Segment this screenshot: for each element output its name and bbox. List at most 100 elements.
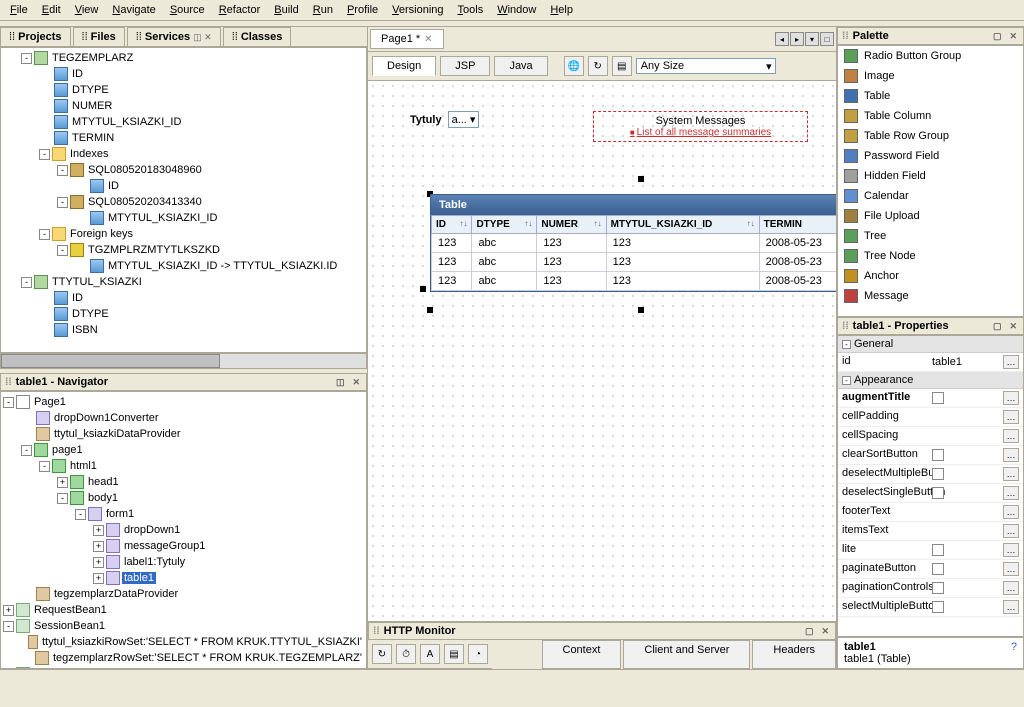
minimize-icon[interactable]: ▢ — [991, 31, 1004, 42]
palette-item-hidden-field[interactable]: Hidden Field — [838, 166, 1023, 186]
dropdown1[interactable]: a...▾ — [448, 111, 480, 128]
subtab-java[interactable]: Java — [494, 56, 547, 76]
browser-preview-icon[interactable]: 🌐 — [564, 56, 584, 76]
column-header[interactable]: ID↑↓ — [432, 216, 472, 234]
expand-icon[interactable]: + — [57, 477, 68, 488]
menu-versioning[interactable]: Versioning — [386, 2, 449, 18]
projects-tree[interactable]: -TEGZEMPLARZIDDTYPENUMERMTYTUL_KSIAZKI_I… — [0, 47, 367, 353]
palette-item-table[interactable]: Table — [838, 86, 1023, 106]
menu-profile[interactable]: Profile — [341, 2, 384, 18]
prev-icon[interactable]: ◂ — [775, 32, 789, 46]
tree-node[interactable]: DTYPE — [3, 82, 364, 98]
table1-component[interactable]: Table ID↑↓DTYPE↑↓NUMER↑↓MTYTUL_KSIAZKI_I… — [430, 194, 836, 292]
scrollbar-h[interactable] — [0, 353, 367, 369]
tree-node[interactable]: ttytul_ksiazkiDataProvider — [3, 426, 364, 442]
checkbox[interactable] — [932, 449, 944, 461]
tree-node[interactable]: tegzemplarzDataProvider — [3, 586, 364, 602]
collapse-icon[interactable]: - — [57, 197, 68, 208]
ellipsis-button[interactable]: … — [1003, 581, 1019, 595]
tree-node[interactable]: -html1 — [3, 458, 364, 474]
tab-classes[interactable]: ⁞⁞Classes — [223, 27, 292, 46]
ellipsis-button[interactable]: … — [1003, 448, 1019, 462]
menu-view[interactable]: View — [69, 2, 105, 18]
collapse-icon[interactable]: - — [21, 277, 32, 288]
close-icon[interactable]: ✕ — [1007, 31, 1019, 42]
palette-item-calendar[interactable]: Calendar — [838, 186, 1023, 206]
next-icon[interactable]: ▸ — [790, 32, 804, 46]
expand-icon[interactable]: + — [3, 605, 14, 616]
design-canvas[interactable]: Tytuly a...▾ System Messages ■List of al… — [368, 81, 836, 621]
close-icon[interactable]: ✕ — [424, 34, 432, 45]
palette-item-tree[interactable]: Tree — [838, 226, 1023, 246]
refresh-icon[interactable]: ↻ — [588, 56, 608, 76]
subtab-jsp[interactable]: JSP — [440, 56, 490, 76]
tree-node[interactable]: DTYPE — [3, 306, 364, 322]
palette-item-message[interactable]: Message — [838, 286, 1023, 306]
sort-icon[interactable]: ↑↓ — [594, 219, 602, 228]
clock-icon[interactable]: ◔ — [468, 644, 488, 664]
tab-services[interactable]: ⁞⁞Services ◫ ✕ — [127, 27, 221, 46]
prop-row[interactable]: deselectMultipleButt… — [838, 465, 1023, 484]
tree-node[interactable]: MTYTUL_KSIAZKI_ID — [3, 210, 364, 226]
tree-node[interactable]: -SessionBean1 — [3, 618, 364, 634]
filter-icon[interactable]: ◫ — [334, 377, 347, 388]
palette-item-table-row-group[interactable]: Table Row Group — [838, 126, 1023, 146]
size-selector[interactable]: Any Size — [636, 58, 776, 74]
checkbox[interactable] — [932, 563, 944, 575]
tree-node[interactable]: -form1 — [3, 506, 364, 522]
tree-node[interactable]: ID — [3, 66, 364, 82]
navigator-tree[interactable]: -Page1dropDown1Converterttytul_ksiazkiDa… — [0, 391, 367, 669]
prop-row[interactable]: augmentTitle… — [838, 389, 1023, 408]
checkbox[interactable] — [932, 601, 944, 613]
palette-item-file-upload[interactable]: File Upload — [838, 206, 1023, 226]
tree-node[interactable]: -TTYTUL_KSIAZKI — [3, 274, 364, 290]
prop-row[interactable]: deselectSingleButton… — [838, 484, 1023, 503]
prop-value[interactable]: … — [928, 522, 1023, 540]
collapse-icon[interactable]: - — [21, 445, 32, 456]
tree-node[interactable]: NUMER — [3, 98, 364, 114]
prop-row[interactable]: selectMultipleButton… — [838, 598, 1023, 617]
collapse-icon[interactable]: - — [57, 245, 68, 256]
sort-icon[interactable]: ↑↓ — [524, 219, 532, 228]
collapse-icon[interactable]: - — [3, 397, 14, 408]
ellipsis-button[interactable]: … — [1003, 467, 1019, 481]
ellipsis-button[interactable]: … — [1003, 391, 1019, 405]
menu-help[interactable]: Help — [544, 2, 579, 18]
sort-icon[interactable]: ↑↓ — [747, 219, 755, 228]
collapse-icon[interactable]: - — [75, 509, 86, 520]
http-tab-context[interactable]: Context — [542, 640, 622, 669]
prop-row[interactable]: cellPadding… — [838, 408, 1023, 427]
expand-icon[interactable]: + — [93, 525, 104, 536]
tree-node[interactable]: +ApplicationBean1 — [3, 666, 364, 669]
prop-value[interactable]: table1… — [928, 353, 1023, 371]
checkbox[interactable] — [932, 544, 944, 556]
time-sort-icon[interactable]: ⏱ — [396, 644, 416, 664]
tree-node[interactable]: +dropDown1 — [3, 522, 364, 538]
minimize-icon[interactable]: ▢ — [991, 321, 1004, 332]
checkbox[interactable] — [932, 582, 944, 594]
collapse-icon[interactable]: - — [57, 493, 68, 504]
prop-value[interactable]: … — [928, 408, 1023, 426]
options-icon[interactable]: ▤ — [612, 56, 632, 76]
menu-navigate[interactable]: Navigate — [106, 2, 161, 18]
subtab-design[interactable]: Design — [372, 56, 436, 76]
sysmsg-link[interactable]: ■List of all message summaries — [600, 127, 801, 138]
collapse-icon[interactable]: - — [3, 621, 14, 632]
alpha-sort-icon[interactable]: A — [420, 644, 440, 664]
collapse-icon[interactable]: - — [39, 149, 50, 160]
checkbox[interactable] — [932, 392, 944, 404]
prop-value[interactable]: … — [928, 503, 1023, 521]
expand-icon[interactable]: + — [93, 573, 104, 584]
tree-node[interactable]: dropDown1Converter — [3, 410, 364, 426]
help-icon[interactable]: ? — [1011, 641, 1017, 653]
system-messages[interactable]: System Messages ■List of all message sum… — [593, 111, 808, 142]
tree-node[interactable]: -TGZMPLRZMTYTLKSZKD — [3, 242, 364, 258]
tree-node[interactable]: -SQL080520203413340 — [3, 194, 364, 210]
menu-build[interactable]: Build — [268, 2, 304, 18]
column-header[interactable]: TERMIN↑↓ — [759, 216, 836, 234]
checkbox[interactable] — [932, 487, 944, 499]
tab-files[interactable]: ⁞⁞Files — [73, 27, 125, 46]
collapse-icon[interactable]: - — [842, 376, 851, 385]
tree-node[interactable]: +RequestBean1 — [3, 602, 364, 618]
tree-node[interactable]: -body1 — [3, 490, 364, 506]
